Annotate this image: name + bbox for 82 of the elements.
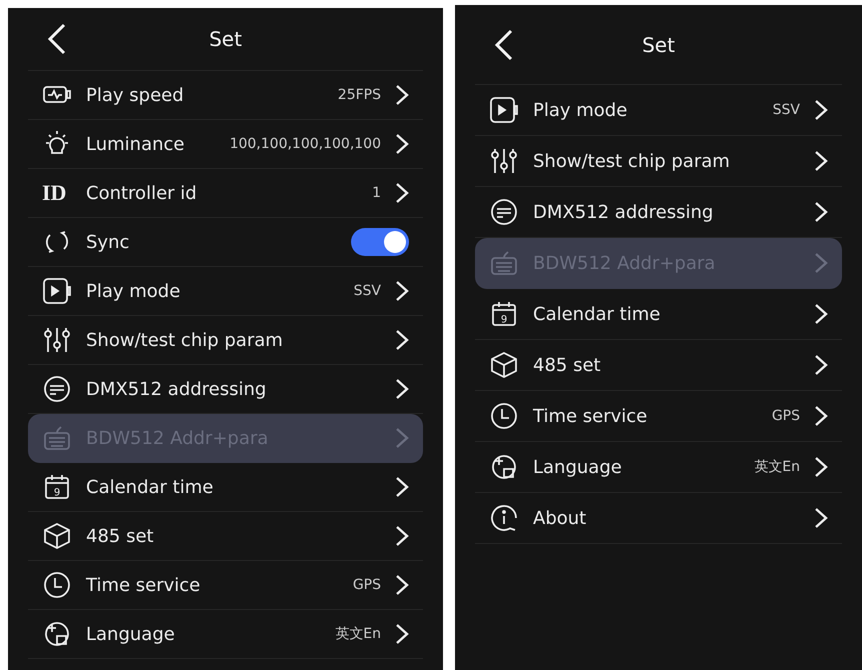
settings-row[interactable]: ID Controller id 1 <box>28 169 423 218</box>
chevron-icon <box>814 507 828 529</box>
settings-row[interactable]: Luminance 100,100,100,100,100 <box>28 120 423 169</box>
settings-row[interactable]: About <box>475 493 842 544</box>
id-icon: ID <box>42 180 72 206</box>
settings-row[interactable]: Play mode SSV <box>475 85 842 136</box>
screen-title: Set <box>209 27 242 51</box>
settings-row[interactable]: Show/test chip param <box>475 136 842 187</box>
settings-row[interactable]: Language 英文En <box>28 610 423 659</box>
row-label: Play mode <box>533 100 628 120</box>
row-label: 485 set <box>533 354 601 376</box>
row-value: 1 <box>372 185 381 201</box>
row-value: GPS <box>772 408 800 424</box>
sliders-icon <box>42 325 72 355</box>
settings-row[interactable]: Time service GPS <box>28 561 423 610</box>
settings-row[interactable]: 485 set <box>475 340 842 391</box>
settings-row[interactable]: 9 Calendar time <box>475 289 842 340</box>
back-button[interactable] <box>493 28 515 62</box>
row-value: 100,100,100,100,100 <box>230 136 381 152</box>
row-value: 25FPS <box>338 87 381 103</box>
row-value: GPS <box>352 577 381 593</box>
chevron-icon <box>395 427 409 449</box>
chevron-icon <box>395 623 409 645</box>
settings-row[interactable]: 9 Calendar time <box>28 463 423 512</box>
row-label: Show/test chip param <box>86 330 283 350</box>
clock-icon <box>42 570 72 600</box>
chevron-icon <box>395 574 409 596</box>
toggle-switch[interactable] <box>351 228 409 256</box>
settings-row[interactable]: Play speed 25FPS <box>28 71 423 120</box>
play-icon <box>42 276 72 306</box>
settings-row[interactable]: Play mode SSV <box>28 267 423 316</box>
chevron-icon <box>395 525 409 547</box>
chevron-icon <box>814 405 828 427</box>
row-label: Calendar time <box>86 476 214 498</box>
dmx-circle-icon <box>489 197 519 227</box>
row-label: Sync <box>86 232 130 252</box>
row-label: Play mode <box>86 280 180 302</box>
chevron-icon <box>814 252 828 274</box>
chevron-icon <box>814 201 828 223</box>
row-value: 英文En <box>754 458 800 476</box>
screen-title: Set <box>642 32 675 56</box>
row-value: SSV <box>354 283 381 299</box>
row-label: Language <box>533 456 622 478</box>
cube-icon <box>42 521 72 551</box>
chevron-icon <box>395 84 409 106</box>
row-value: SSV <box>772 102 800 118</box>
chevron-icon <box>814 456 828 478</box>
chevron-icon <box>814 99 828 121</box>
play-icon <box>489 95 519 125</box>
row-label: About <box>533 508 586 528</box>
chevron-icon <box>814 303 828 325</box>
row-label: Show/test chip param <box>533 150 730 172</box>
dmx-circle-icon <box>42 374 72 404</box>
row-label: Calendar time <box>533 304 660 324</box>
row-label: Luminance <box>86 134 184 154</box>
back-button[interactable] <box>46 22 68 56</box>
settings-row[interactable]: Language 英文En <box>475 442 842 493</box>
cube-icon <box>489 350 519 380</box>
settings-row[interactable]: Show/test chip param <box>28 316 423 365</box>
row-label: DMX512 addressing <box>533 202 714 222</box>
row-label: Controller id <box>86 182 197 204</box>
row-label: Time service <box>533 406 648 426</box>
sliders-icon <box>489 146 519 176</box>
row-label: Time service <box>86 574 200 596</box>
chevron-icon <box>395 133 409 155</box>
settings-row[interactable]: Sync <box>28 218 423 267</box>
chevron-icon <box>395 280 409 302</box>
row-value: 英文En <box>335 625 381 643</box>
row-label: Play speed <box>86 84 184 106</box>
chevron-icon <box>395 329 409 351</box>
settings-row[interactable]: 485 set <box>28 512 423 561</box>
chevron-icon <box>814 150 828 172</box>
row-label: Language <box>86 624 175 644</box>
chevron-icon <box>395 476 409 498</box>
chevron-icon <box>395 182 409 204</box>
info-icon <box>489 503 519 533</box>
chevron-icon <box>395 378 409 400</box>
clock-icon <box>489 401 519 431</box>
chevron-icon <box>814 354 828 376</box>
row-label: 485 set <box>86 526 154 546</box>
row-label: DMX512 addressing <box>86 378 266 400</box>
settings-row[interactable]: Time service GPS <box>475 391 842 442</box>
